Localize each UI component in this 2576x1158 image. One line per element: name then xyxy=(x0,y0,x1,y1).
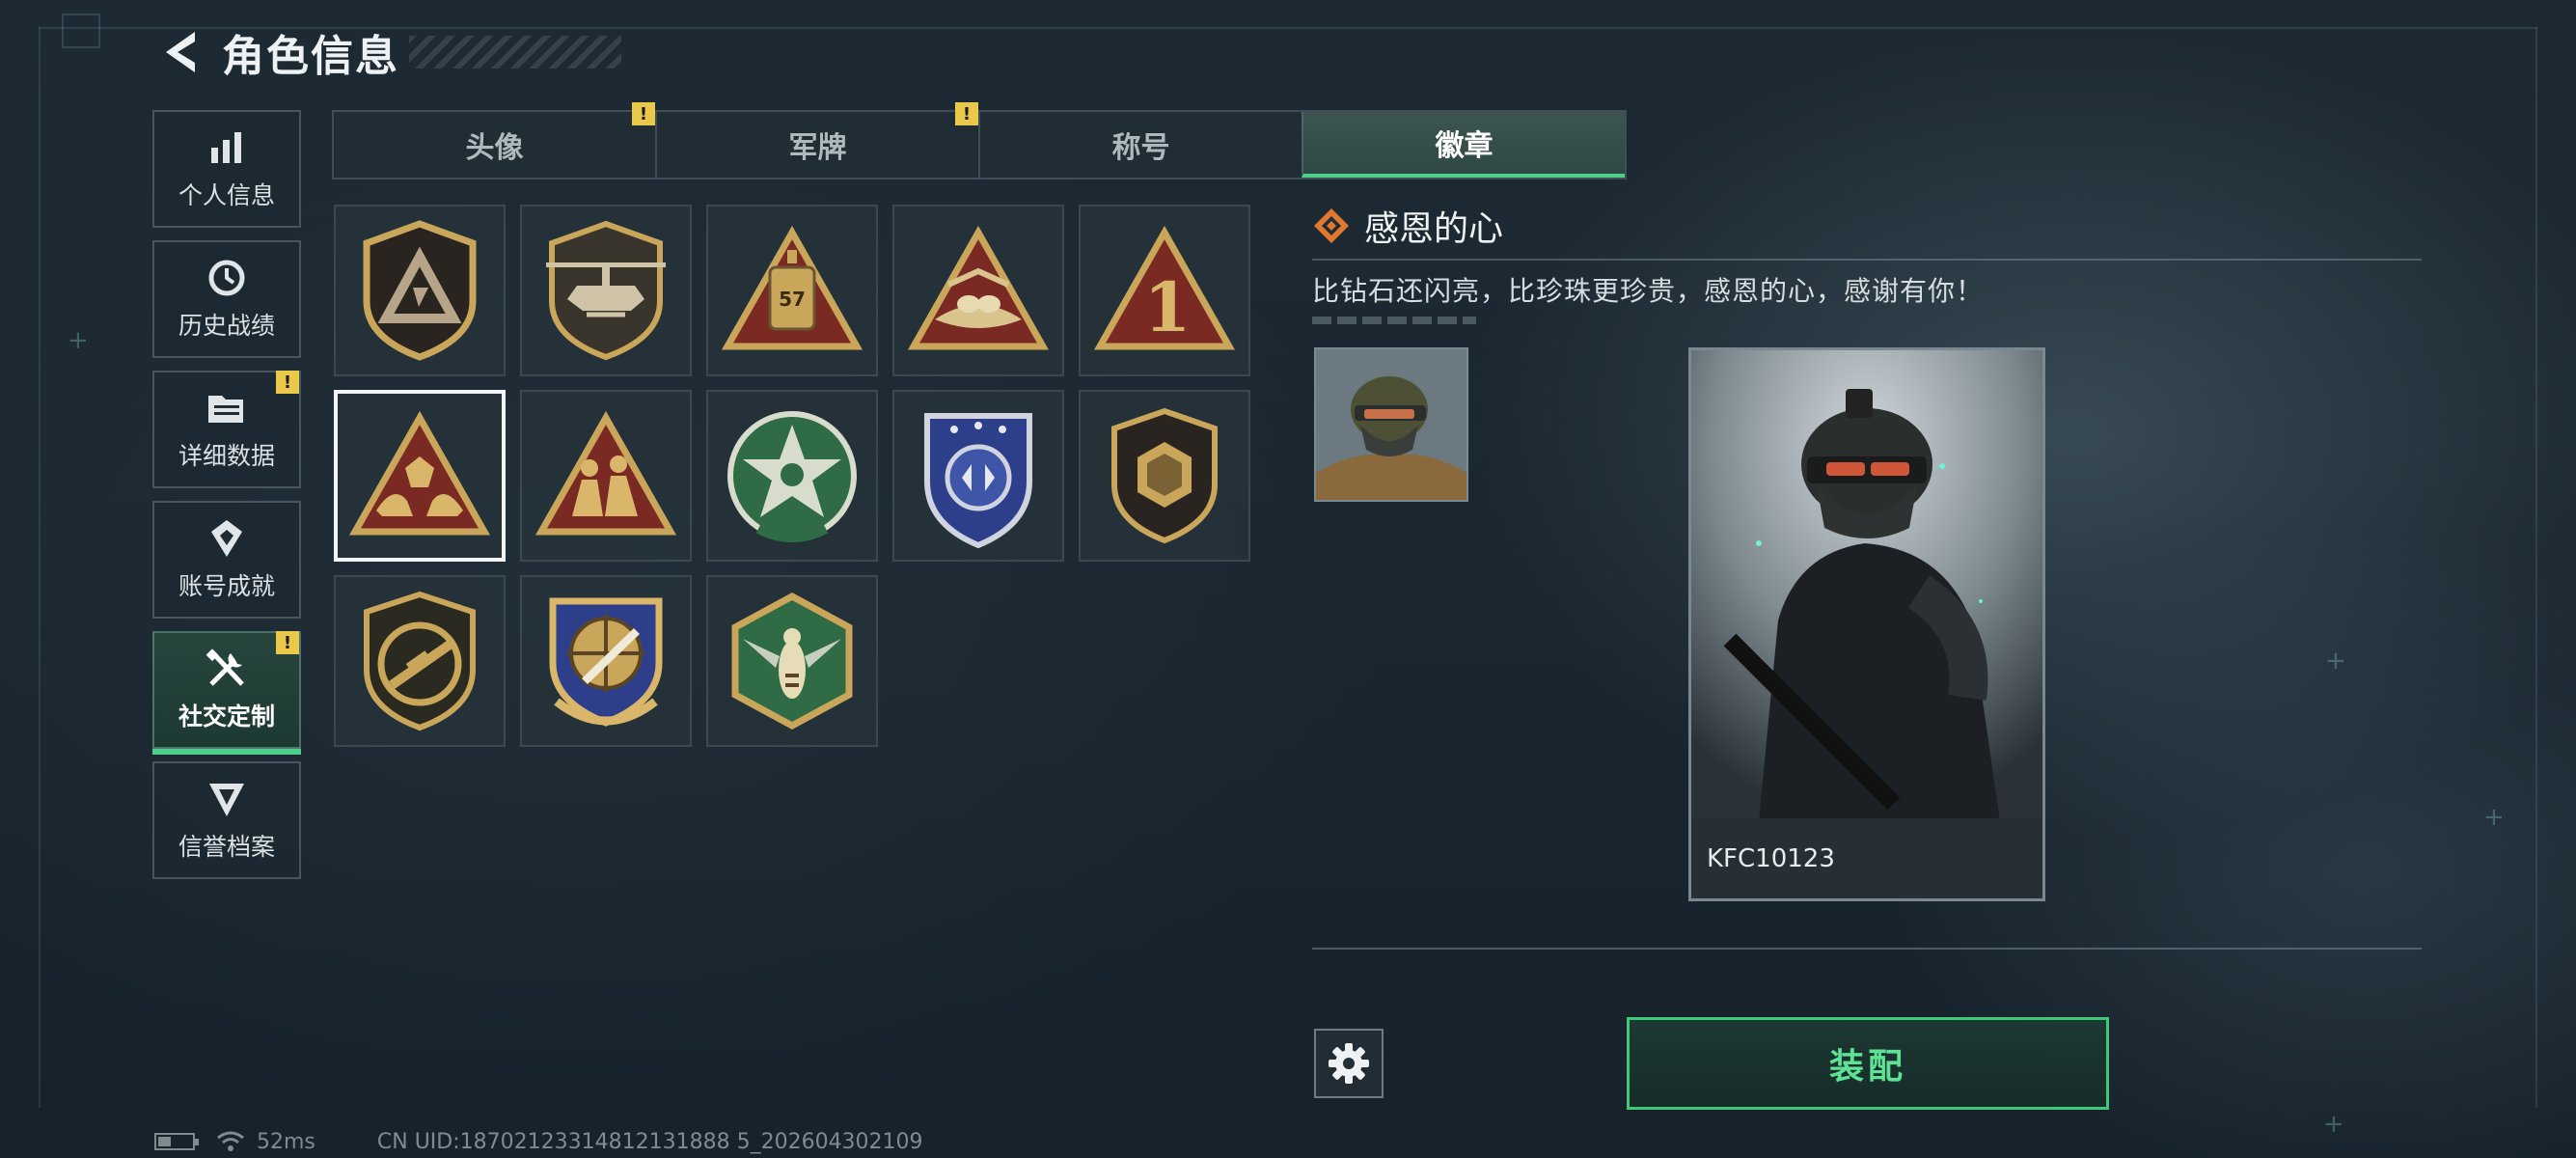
sidebar-item-detail-data[interactable]: ! 详细数据 xyxy=(152,371,301,488)
deco-cross-icon: + xyxy=(2325,647,2346,676)
deco-cross-icon: + xyxy=(68,326,89,355)
badge-name: 感恩的心 xyxy=(1364,209,1504,249)
history-clock-icon xyxy=(206,257,248,299)
blue-wings-shield-badge-icon xyxy=(924,413,1032,549)
sidebar-item-credit-record[interactable]: 信誉档案 xyxy=(152,761,301,879)
tab-label: 头像 xyxy=(465,131,524,165)
diamond-rank-icon xyxy=(1314,208,1349,243)
sidebar-item-label: 账号成就 xyxy=(178,572,275,600)
badge-cell[interactable] xyxy=(334,205,506,376)
badge-detail-panel: 感恩的心 比钻石还闪亮，比珍珠更珍贵，感恩的心，感谢有你！ xyxy=(1312,199,2422,324)
helicopter-shield-badge-icon xyxy=(546,220,666,361)
sidebar-item-label: 详细数据 xyxy=(178,442,275,470)
badge-cell[interactable] xyxy=(706,575,878,747)
hands-diamond-triangle-badge-icon xyxy=(348,410,491,536)
gear-icon xyxy=(1329,1043,1369,1084)
player-card: KFC10123 xyxy=(1688,347,2045,901)
page-header: 角色信息 xyxy=(154,21,621,83)
crosshair-knife-badge-icon xyxy=(549,597,663,727)
equip-button[interactable]: 装配 xyxy=(1627,1017,2109,1110)
frame-line-right xyxy=(2535,27,2537,1108)
equip-button-label: 装配 xyxy=(1828,1047,1906,1087)
frame-line-left xyxy=(39,27,41,1108)
badge-cell[interactable] xyxy=(520,390,692,562)
sidebar-item-label: 信誉档案 xyxy=(178,833,275,861)
green-star-badge-icon xyxy=(727,411,857,542)
eagle-nest-triangle-badge-icon xyxy=(907,225,1050,350)
sidebar-item-label: 个人信息 xyxy=(178,181,275,209)
badge-cell[interactable] xyxy=(520,205,692,376)
sidebar-item-personal-info[interactable]: 个人信息 xyxy=(152,110,301,228)
hexagon-shield-badge-icon xyxy=(1111,407,1218,544)
tab-title[interactable]: 称号 xyxy=(978,112,1302,178)
player-name: KFC10123 xyxy=(1691,818,2042,898)
sidebar: 个人信息 历史战绩 ! 详细数据 账号成就 ! 社交定制 信誉档案 xyxy=(152,110,301,892)
wifi-icon xyxy=(217,1131,244,1151)
battery-icon xyxy=(154,1133,199,1150)
title-decoration xyxy=(409,36,621,69)
category-tabs: 头像 ! 军牌 ! 称号 徽章 xyxy=(332,102,1627,179)
tab-avatar[interactable]: 头像 ! xyxy=(334,102,655,178)
deco-cross-icon: + xyxy=(2483,803,2505,832)
badge-grid: 57 1 xyxy=(334,205,1250,747)
rifle-shield-badge-icon xyxy=(364,591,476,731)
divider xyxy=(1312,948,2422,950)
badge-cell[interactable] xyxy=(892,205,1064,376)
triangle-a-shield-badge-icon xyxy=(363,220,477,361)
tab-badge[interactable]: 徽章 xyxy=(1302,112,1625,178)
svg-text:1: 1 xyxy=(1144,267,1192,347)
bar-chart-icon xyxy=(206,126,248,169)
page-title: 角色信息 xyxy=(222,32,399,81)
svg-text:57: 57 xyxy=(779,288,806,311)
badge-cell[interactable] xyxy=(334,575,506,747)
alert-badge: ! xyxy=(955,102,978,125)
hornet-hexagon-badge-icon xyxy=(731,593,853,730)
badge-cell[interactable] xyxy=(892,390,1064,562)
tab-label: 徽章 xyxy=(1435,129,1494,163)
settings-button[interactable] xyxy=(1314,1029,1384,1098)
achievement-icon xyxy=(206,517,248,560)
soldier-portrait-art xyxy=(1691,350,2042,821)
sidebar-item-social-custom[interactable]: ! 社交定制 xyxy=(152,631,301,755)
avatar[interactable] xyxy=(1314,347,1468,502)
tab-label: 军牌 xyxy=(788,131,847,165)
dogtag-57-triangle-badge-icon: 57 xyxy=(721,225,863,350)
badge-description: 比钻石还闪亮，比珍珠更珍贵，感恩的心，感谢有你！ xyxy=(1312,275,1985,307)
status-bar: 52ms CN UID:18702123314812131888 5_20260… xyxy=(154,1127,923,1156)
badge-cell[interactable]: 1 xyxy=(1079,205,1250,376)
number-one-triangle-badge-icon: 1 xyxy=(1093,225,1236,350)
folder-icon xyxy=(206,387,248,429)
back-button[interactable] xyxy=(154,25,203,79)
back-arrow-icon xyxy=(166,32,195,72)
frame-corner-box xyxy=(62,14,100,48)
sidebar-item-label: 历史战绩 xyxy=(178,312,275,340)
alert-badge: ! xyxy=(276,371,299,394)
uid-text: CN UID:18702123314812131888 5_2026043021… xyxy=(376,1129,923,1154)
badge-cell[interactable] xyxy=(334,390,506,562)
sidebar-item-achievements[interactable]: 账号成就 xyxy=(152,501,301,619)
ping-value: 52ms xyxy=(257,1129,315,1154)
credit-emblem-icon xyxy=(206,778,248,820)
tab-dogtag[interactable]: 军牌 ! xyxy=(655,102,978,178)
decorative-bar xyxy=(1312,317,1476,324)
tab-label: 称号 xyxy=(1111,131,1170,165)
tools-icon xyxy=(206,648,248,690)
soldier-avatar-icon xyxy=(1316,349,1466,500)
alert-badge: ! xyxy=(276,631,299,654)
divider xyxy=(1312,259,2422,261)
badge-cell[interactable] xyxy=(1079,390,1250,562)
alert-badge: ! xyxy=(632,102,655,125)
sidebar-item-label: 社交定制 xyxy=(178,703,275,731)
sidebar-item-history[interactable]: 历史战绩 xyxy=(152,240,301,358)
badge-cell[interactable]: 57 xyxy=(706,205,878,376)
deco-cross-icon: + xyxy=(2323,1110,2344,1139)
badge-cell[interactable] xyxy=(520,575,692,747)
soldiers-triangle-badge-icon xyxy=(534,410,677,536)
badge-cell[interactable] xyxy=(706,390,878,562)
